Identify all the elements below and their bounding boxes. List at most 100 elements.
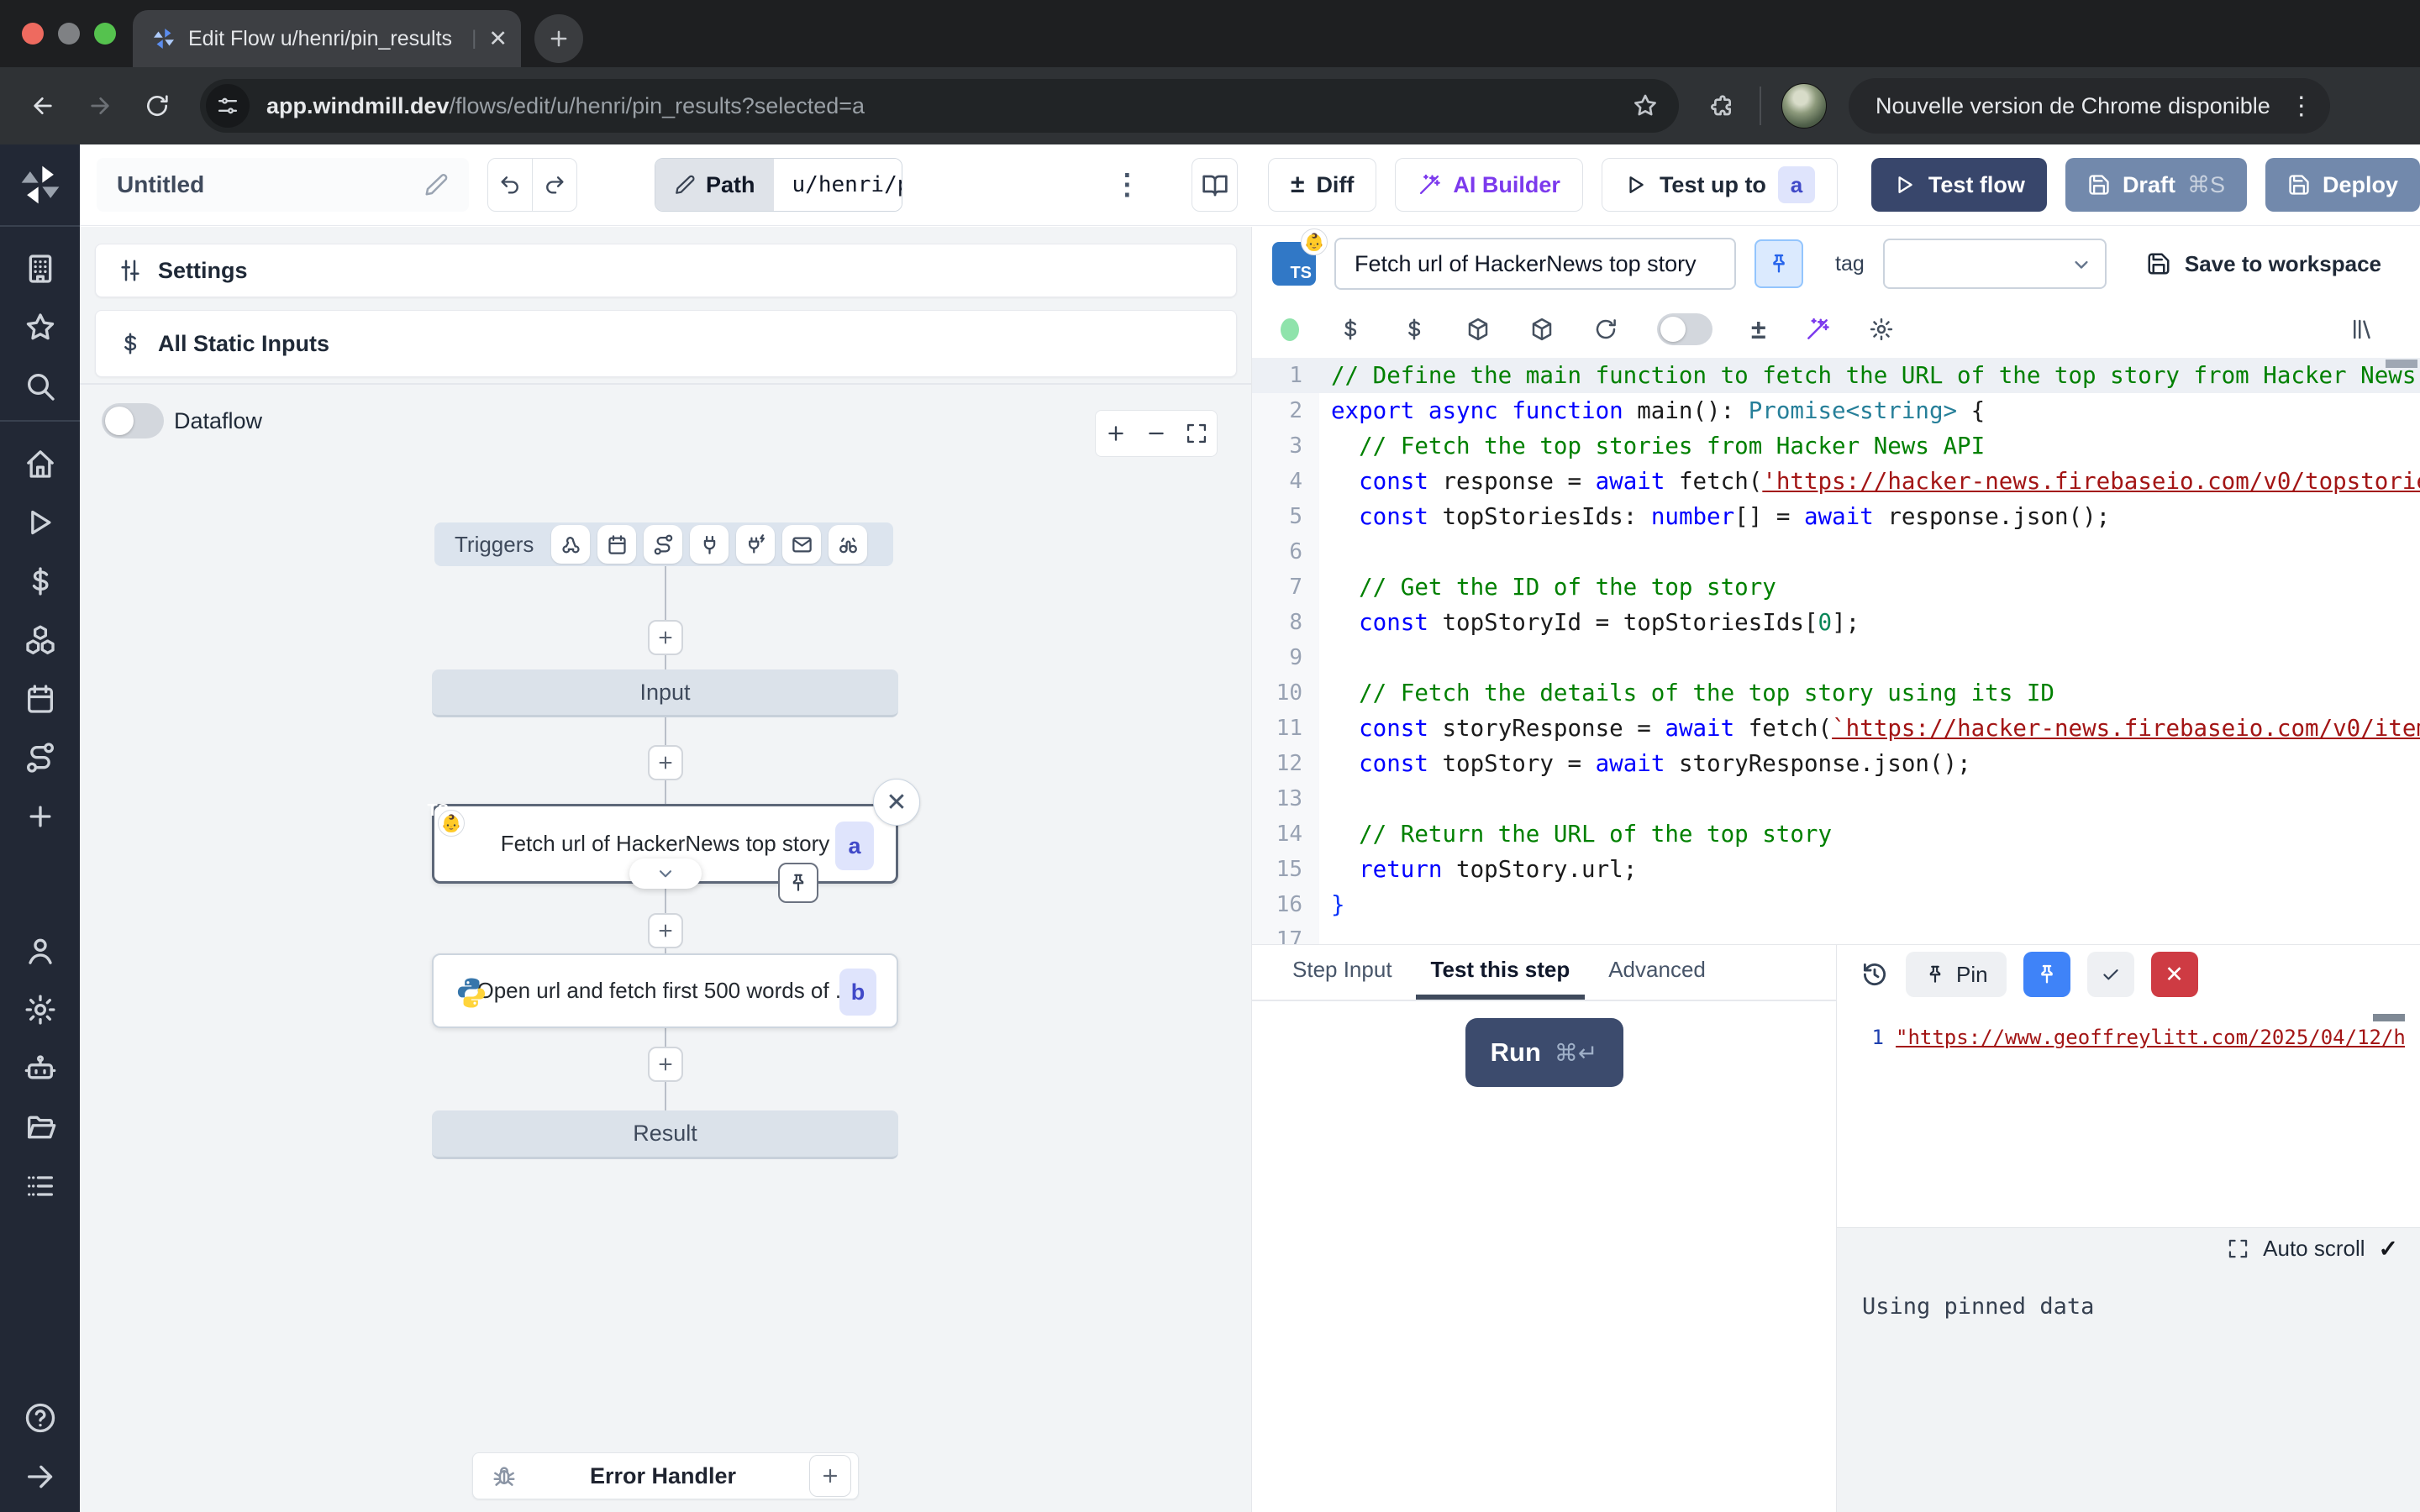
add-step-button[interactable] [648, 1047, 683, 1082]
editor-toggle[interactable] [1657, 313, 1712, 345]
tab-test-this-step[interactable]: Test this step [1416, 945, 1586, 1000]
test-up-to-button[interactable]: Test up to a [1602, 158, 1838, 212]
diff-icon[interactable]: ± [1751, 314, 1766, 345]
save-to-workspace-button[interactable]: Save to workspace [2146, 251, 2381, 277]
auto-scroll-check-icon[interactable]: ✓ [2379, 1235, 2398, 1263]
redo-button[interactable] [532, 159, 576, 211]
tab-close-icon[interactable]: ✕ [488, 26, 508, 52]
sidebar-item-workspace[interactable] [24, 252, 57, 286]
reload-icon[interactable] [133, 81, 182, 130]
pinned-value[interactable]: "https://www.geoffreylitt.com/2025/04/12… [1896, 1026, 2405, 1049]
ai-assist-icon[interactable] [1805, 317, 1830, 342]
code-scrollbar[interactable] [2386, 360, 2417, 368]
sidebar-item-create[interactable] [24, 800, 57, 833]
pinned-scrollbar[interactable] [2373, 1014, 2405, 1021]
sidebar-item-users[interactable] [24, 934, 57, 968]
flow-name-field[interactable]: Untitled [97, 158, 469, 212]
sidebar-item-favorites[interactable] [24, 311, 57, 344]
step-a-id-badge[interactable]: a [835, 822, 874, 870]
flow-settings-row[interactable]: Settings [95, 244, 1237, 297]
email-trigger-icon[interactable] [782, 525, 821, 564]
accept-button[interactable] [2087, 952, 2134, 997]
code-line[interactable]: 7 // Get the ID of the top story [1252, 570, 2420, 605]
code-line[interactable]: 16} [1252, 887, 2420, 922]
windmill-logo[interactable] [17, 161, 64, 208]
sidebar-item-audit-logs[interactable] [24, 1169, 57, 1203]
path-button[interactable]: Path [655, 159, 774, 211]
draft-button[interactable]: Draft ⌘S [2065, 158, 2247, 212]
auto-scroll-row[interactable]: Auto scroll ✓ [1837, 1228, 2420, 1268]
history-icon[interactable] [1860, 960, 1889, 989]
code-line[interactable]: 11 const storyResponse = await fetch(`ht… [1252, 711, 2420, 746]
sidebar-item-variables[interactable] [24, 564, 57, 598]
schedule-trigger-icon[interactable] [597, 525, 636, 564]
input-node[interactable]: Input [432, 669, 898, 717]
code-editor[interactable]: 1// Define the main function to fetch th… [1252, 358, 2420, 944]
pin-toggle-button[interactable] [1754, 239, 1803, 288]
code-line[interactable]: 15 return topStory.url; [1252, 852, 2420, 887]
code-line[interactable]: 3 // Fetch the top stories from Hacker N… [1252, 428, 2420, 464]
back-icon[interactable] [18, 81, 67, 130]
sidebar-item-folders[interactable] [24, 1110, 57, 1144]
code-line[interactable]: 13 [1252, 781, 2420, 816]
ai-builder-button[interactable]: AI Builder [1395, 158, 1583, 212]
sidebar-item-routes[interactable] [24, 741, 57, 774]
tag-select[interactable] [1883, 239, 2107, 289]
zoom-out-icon[interactable] [1144, 422, 1168, 445]
code-line[interactable]: 17 [1252, 922, 2420, 944]
extensions-icon[interactable] [1702, 87, 1739, 124]
sidebar-item-runs[interactable] [24, 506, 57, 539]
contextual-variables-icon[interactable] [1402, 317, 1427, 342]
run-button[interactable]: Run ⌘↵ [1465, 1018, 1623, 1087]
collapse-step-icon[interactable] [629, 858, 702, 889]
path-value[interactable]: u/henri/pin [774, 159, 903, 211]
library-panel-icon[interactable] [2349, 317, 2375, 342]
websocket-trigger-icon[interactable] [690, 525, 729, 564]
site-info-icon[interactable] [206, 84, 250, 128]
help-icon[interactable] [24, 1401, 57, 1435]
sidebar-item-workers[interactable] [24, 1052, 57, 1085]
minimize-window-button[interactable] [58, 23, 80, 45]
code-line[interactable]: 4 const response = await fetch('https://… [1252, 464, 2420, 499]
code-line[interactable]: 9 [1252, 640, 2420, 675]
dataflow-toggle[interactable] [102, 403, 164, 438]
kafka-trigger-icon[interactable] [736, 525, 775, 564]
clear-pin-button[interactable]: ✕ [2151, 952, 2198, 997]
sidebar-item-home[interactable] [24, 447, 57, 480]
resource-types-icon[interactable] [1529, 317, 1555, 342]
code-line[interactable]: 8 const topStoryId = topStoriesIds[0]; [1252, 605, 2420, 640]
tab-step-input[interactable]: Step Input [1277, 945, 1407, 1000]
all-static-inputs-row[interactable]: All Static Inputs [95, 310, 1237, 377]
zoom-in-icon[interactable] [1104, 422, 1128, 445]
add-step-button[interactable] [648, 745, 683, 780]
sidebar-item-schedules[interactable] [24, 682, 57, 716]
error-handler-node[interactable]: Error Handler [472, 1452, 859, 1499]
chrome-menu-icon[interactable]: ⋮ [2289, 92, 2315, 121]
add-step-button[interactable] [648, 620, 683, 655]
edit-pencil-icon[interactable] [424, 172, 449, 197]
omnibox[interactable]: app.windmill.dev/flows/edit/u/henri/pin_… [200, 79, 1679, 133]
close-window-button[interactable] [22, 23, 44, 45]
code-line[interactable]: 5 const topStoriesIds: number[] = await … [1252, 499, 2420, 534]
editor-settings-icon[interactable] [1869, 317, 1894, 342]
remove-step-icon[interactable]: ✕ [873, 779, 920, 826]
expand-icon[interactable] [2227, 1237, 2249, 1260]
code-line[interactable]: 14 // Return the URL of the top story [1252, 816, 2420, 852]
diff-button[interactable]: ± Diff [1268, 158, 1376, 212]
resources-icon[interactable] [1465, 317, 1491, 342]
reset-icon[interactable] [1593, 317, 1618, 342]
bookmark-star-icon[interactable] [1628, 89, 1662, 123]
pinned-step-icon[interactable] [778, 863, 818, 903]
pinned-active-button[interactable] [2023, 952, 2070, 997]
http-route-trigger-icon[interactable] [644, 525, 682, 564]
forward-icon[interactable] [76, 81, 124, 130]
variables-icon[interactable] [1338, 317, 1363, 342]
code-line[interactable]: 10 // Fetch the details of the top story… [1252, 675, 2420, 711]
tab-advanced[interactable]: Advanced [1593, 945, 1721, 1000]
webhook-trigger-icon[interactable] [551, 525, 590, 564]
fit-view-icon[interactable] [1185, 422, 1208, 445]
triggers-node[interactable]: Triggers [434, 522, 893, 566]
test-up-to-step-badge[interactable]: a [1778, 166, 1815, 203]
sidebar-item-settings[interactable] [24, 993, 57, 1026]
step-b-id-badge[interactable]: b [839, 969, 876, 1016]
